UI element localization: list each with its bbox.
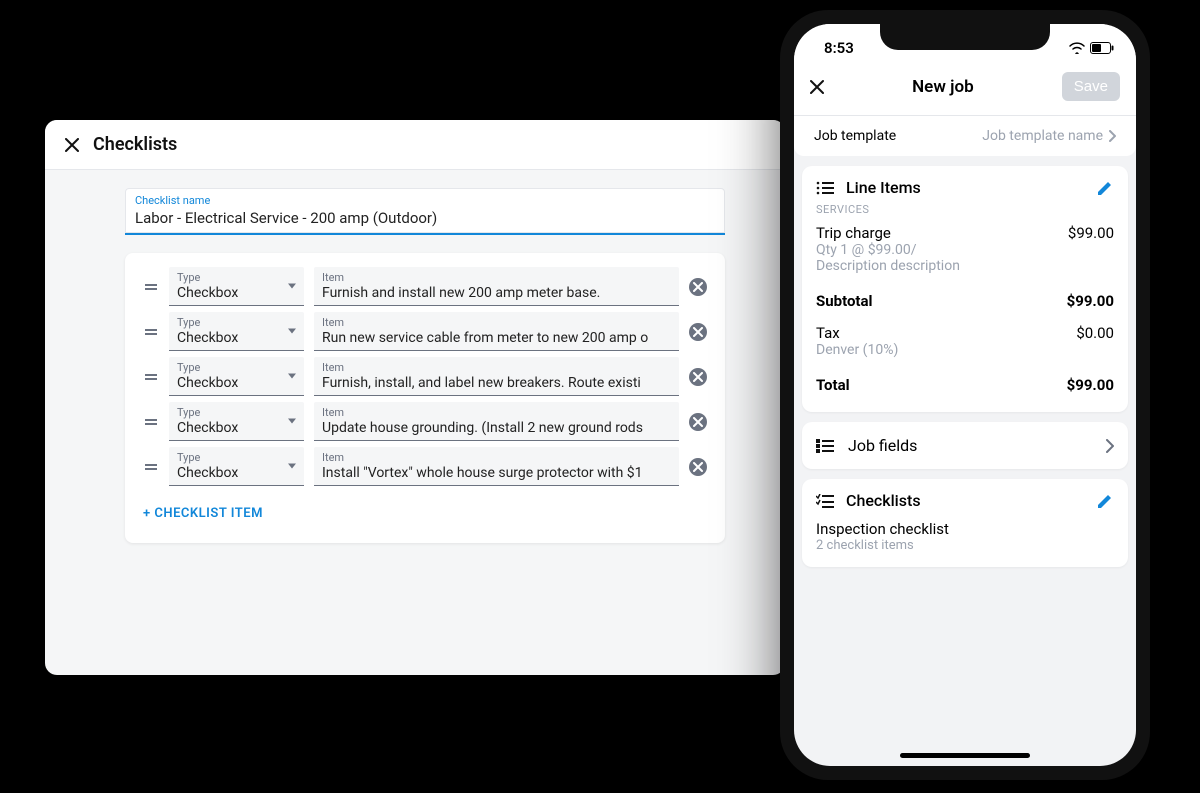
battery-icon — [1090, 42, 1114, 54]
page-title: Checklists — [93, 134, 177, 155]
tax-detail: Denver (10%) — [816, 342, 1114, 358]
desktop-header: Checklists — [45, 120, 785, 170]
job-template-value: Job template name — [982, 128, 1103, 144]
chevron-right-icon — [1106, 439, 1114, 453]
service-desc: Description description — [816, 258, 1114, 274]
list-icon — [816, 181, 834, 195]
checklists-title: Checklists — [846, 491, 921, 510]
item-text-input[interactable]: ItemFurnish and install new 200 amp mete… — [314, 267, 679, 306]
phone-title: New job — [912, 77, 973, 97]
remove-item-button[interactable] — [689, 278, 707, 296]
phone-notch — [880, 24, 1050, 50]
job-template-label: Job template — [814, 128, 896, 144]
checklist-entry[interactable]: Inspection checklist 2 checklist items — [816, 520, 1114, 553]
drag-handle-icon[interactable] — [143, 329, 159, 335]
line-items-title: Line Items — [846, 178, 921, 197]
drag-handle-icon[interactable] — [143, 284, 159, 290]
chevron-down-icon — [288, 284, 296, 289]
drag-handle-icon[interactable] — [143, 374, 159, 380]
drag-handle-icon[interactable] — [143, 419, 159, 425]
line-items-card: Line Items SERVICES Trip charge $99.00 Q… — [802, 166, 1128, 412]
wifi-icon — [1069, 42, 1085, 54]
job-fields-row[interactable]: Job fields — [802, 422, 1128, 469]
checklist-item-row: TypeCheckbox ItemInstall "Vortex" whole h… — [143, 447, 707, 486]
tax-label: Tax — [816, 324, 840, 342]
chevron-down-icon — [288, 464, 296, 469]
remove-item-button[interactable] — [689, 413, 707, 431]
checklist-items-card: TypeCheckbox ItemFurnish and install new … — [125, 253, 725, 543]
save-button[interactable]: Save — [1062, 72, 1120, 101]
checklist-item-row: TypeCheckbox ItemFurnish and install new … — [143, 267, 707, 306]
drag-handle-icon[interactable] — [143, 464, 159, 470]
checklist-entry-count: 2 checklist items — [816, 538, 1114, 553]
chevron-down-icon — [288, 329, 296, 334]
subtotal-value: $99.00 — [1067, 292, 1114, 310]
checklist-name-value: Labor - Electrical Service - 200 amp (Ou… — [135, 209, 715, 227]
chevron-down-icon — [288, 374, 296, 379]
checklists-card: Checklists Inspection checklist 2 checkl… — [802, 479, 1128, 567]
checklist-item-row: TypeCheckbox ItemRun new service cable fr… — [143, 312, 707, 351]
total-value: $99.00 — [1067, 376, 1114, 394]
phone-header: New job Save — [794, 62, 1136, 116]
phone-screen: 8:53 New job Save Job template Job te — [794, 24, 1136, 766]
item-text-input[interactable]: ItemRun new service cable from meter to … — [314, 312, 679, 351]
grid-icon — [816, 439, 834, 453]
phone-close-icon[interactable] — [810, 80, 824, 94]
service-qty: Qty 1 @ $99.00/ — [816, 242, 1114, 258]
checklist-item-row: TypeCheckbox ItemUpdate house grounding. … — [143, 402, 707, 441]
tax-value: $0.00 — [1076, 324, 1114, 342]
item-type-select[interactable]: TypeCheckbox — [169, 267, 304, 306]
item-type-select[interactable]: TypeCheckbox — [169, 357, 304, 396]
remove-item-button[interactable] — [689, 458, 707, 476]
services-section-label: SERVICES — [816, 203, 1114, 216]
checklist-entry-name: Inspection checklist — [816, 520, 1114, 538]
item-text-input[interactable]: ItemInstall "Vortex" whole house surge p… — [314, 447, 679, 486]
edit-icon[interactable] — [1096, 492, 1114, 510]
job-fields-label: Job fields — [848, 436, 917, 455]
chevron-down-icon — [288, 419, 296, 424]
desktop-checklists-panel: Checklists Checklist name Labor - Electr… — [45, 120, 785, 675]
item-text-input[interactable]: ItemFurnish, install, and label new brea… — [314, 357, 679, 396]
add-checklist-item-button[interactable]: + CHECKLIST ITEM — [143, 506, 263, 521]
item-type-select[interactable]: TypeCheckbox — [169, 447, 304, 486]
remove-item-button[interactable] — [689, 368, 707, 386]
remove-item-button[interactable] — [689, 323, 707, 341]
checklist-item-row: TypeCheckbox ItemFurnish, install, and la… — [143, 357, 707, 396]
total-label: Total — [816, 376, 850, 394]
service-price: $99.00 — [1068, 224, 1114, 242]
home-indicator — [900, 753, 1030, 758]
item-text-input[interactable]: ItemUpdate house grounding. (Install 2 n… — [314, 402, 679, 441]
close-icon[interactable] — [65, 138, 79, 152]
service-name: Trip charge — [816, 224, 891, 242]
status-time: 8:53 — [824, 39, 854, 57]
item-type-select[interactable]: TypeCheckbox — [169, 402, 304, 441]
item-type-select[interactable]: TypeCheckbox — [169, 312, 304, 351]
job-template-row[interactable]: Job template Job template name — [794, 116, 1136, 156]
chevron-right-icon — [1109, 130, 1116, 142]
checklist-name-label: Checklist name — [135, 194, 715, 207]
phone-frame: 8:53 New job Save Job template Job te — [780, 10, 1150, 780]
checklist-icon — [816, 494, 834, 508]
edit-icon[interactable] — [1096, 179, 1114, 197]
subtotal-label: Subtotal — [816, 292, 873, 310]
checklist-name-input[interactable]: Checklist name Labor - Electrical Servic… — [125, 188, 725, 235]
